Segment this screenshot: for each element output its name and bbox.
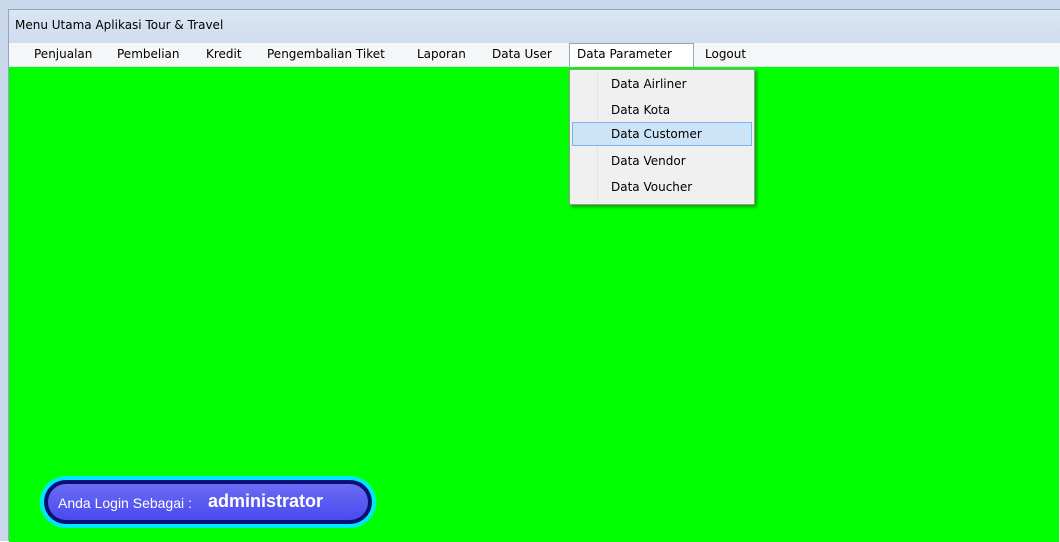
menu-pengembalian-tiket[interactable]: Pengembalian Tiket: [260, 43, 392, 66]
title-bar[interactable]: Menu Utama Aplikasi Tour & Travel: [9, 10, 1060, 43]
menu-pembelian[interactable]: Pembelian: [110, 43, 187, 66]
menu-data-parameter[interactable]: Data Parameter: [569, 43, 694, 67]
login-badge-body: Anda Login Sebagai : administrator: [48, 484, 368, 520]
login-label: Anda Login Sebagai :: [58, 495, 192, 511]
main-content-area: [9, 67, 1059, 542]
menu-item-data-kota[interactable]: Data Kota: [572, 98, 752, 122]
menu-item-data-customer[interactable]: Data Customer: [572, 122, 752, 146]
menu-laporan[interactable]: Laporan: [410, 43, 473, 66]
window-frame: Menu Utama Aplikasi Tour & Travel Penjua…: [8, 9, 1060, 542]
menu-kredit[interactable]: Kredit: [199, 43, 249, 66]
menu-item-data-vendor[interactable]: Data Vendor: [572, 149, 752, 173]
window-title: Menu Utama Aplikasi Tour & Travel: [15, 18, 224, 32]
login-status-badge: Anda Login Sebagai : administrator: [40, 476, 376, 528]
menu-bar: Penjualan Pembelian Kredit Pengembalian …: [9, 43, 1060, 67]
data-parameter-dropdown: Data Airliner Data Kota Data Customer Da…: [569, 69, 755, 205]
app-window: Menu Utama Aplikasi Tour & Travel Penjua…: [0, 0, 1060, 542]
menu-penjualan[interactable]: Penjualan: [27, 43, 99, 66]
menu-data-user[interactable]: Data User: [485, 43, 559, 66]
menu-logout[interactable]: Logout: [698, 43, 753, 66]
login-username: administrator: [208, 491, 324, 511]
menu-item-data-airliner[interactable]: Data Airliner: [572, 72, 752, 96]
login-badge-border: Anda Login Sebagai : administrator: [44, 480, 372, 524]
menu-item-data-voucher[interactable]: Data Voucher: [572, 175, 752, 199]
